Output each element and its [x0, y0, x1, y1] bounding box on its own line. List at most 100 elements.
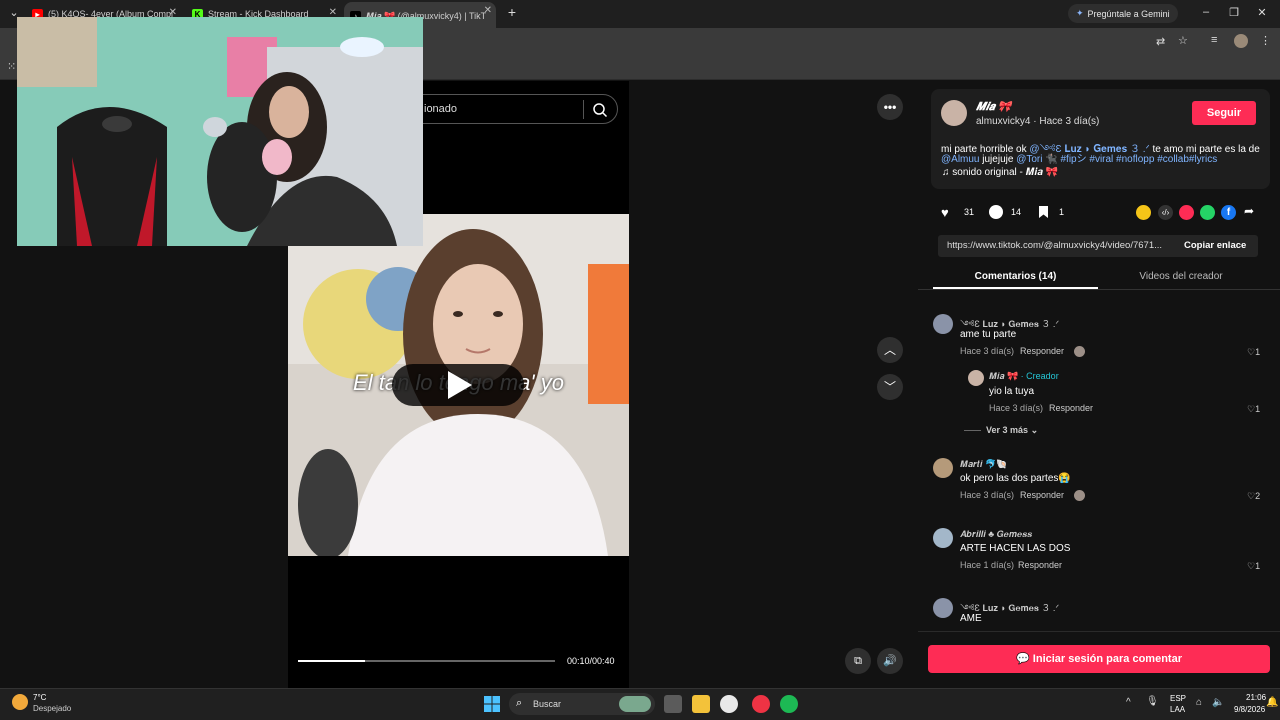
tray-chevron-icon[interactable]: ^: [1126, 697, 1131, 708]
bookmark-icon[interactable]: [1038, 205, 1049, 219]
comment-likes[interactable]: ♡2: [1247, 491, 1260, 502]
more-options-icon[interactable]: •••: [877, 94, 903, 120]
like-count: 31: [964, 207, 975, 217]
tab-creator-videos[interactable]: Videos del creador: [1098, 271, 1264, 282]
avatar[interactable]: [968, 370, 984, 386]
gemini-icon: ✦: [1076, 8, 1084, 18]
new-tab-button[interactable]: +: [502, 4, 522, 20]
repost-icon[interactable]: [1136, 205, 1151, 220]
tab-comments[interactable]: Comentarios (14): [933, 271, 1098, 282]
comment-text: yio la tuya: [989, 386, 1035, 397]
star-icon[interactable]: ☆: [1178, 34, 1188, 47]
floating-player-icon[interactable]: ⧉: [845, 648, 871, 674]
task-view-icon[interactable]: [664, 695, 682, 713]
maximize-button[interactable]: ❐: [1224, 6, 1244, 19]
reply-button[interactable]: Responder: [1018, 560, 1062, 570]
tabs-divider: [918, 289, 1280, 290]
search-icon[interactable]: [592, 102, 608, 118]
reply-user-row: 𝑴𝒊𝒂 🎀 · Creador: [989, 371, 1059, 382]
network-icon[interactable]: ⌂: [1196, 697, 1202, 708]
whatsapp-icon[interactable]: [1200, 205, 1215, 220]
profile-avatar[interactable]: [1234, 34, 1248, 48]
mention-link[interactable]: @Tori 🐈‍⬛: [1016, 154, 1058, 165]
see-more-label: Ver 3 más: [986, 425, 1029, 435]
search-icon: ⌕: [516, 697, 523, 709]
comment-time: Hace 3 día(s): [960, 346, 1015, 356]
close-icon[interactable]: ✕: [484, 5, 492, 16]
like-count: 1: [1255, 347, 1261, 357]
speaker-icon[interactable]: 🔈: [1212, 697, 1224, 708]
post-url[interactable]: https://www.tiktok.com/@almuxvicky4/vide…: [947, 240, 1162, 251]
menu-icon[interactable]: ⋮: [1260, 34, 1271, 47]
apps-icon[interactable]: ⁙: [7, 60, 16, 73]
like-icon[interactable]: ♥: [941, 205, 949, 220]
chevron-down-icon: ⌄: [1030, 425, 1039, 435]
avatar[interactable]: [933, 528, 953, 548]
author-name[interactable]: 𝑴𝒊𝒂 🎀: [976, 100, 1012, 114]
app-notification-icon[interactable]: [752, 695, 770, 713]
comment-user[interactable]: 𝑴𝒊𝒂 🎀: [989, 371, 1018, 381]
mention-link[interactable]: @Almuu: [941, 154, 980, 165]
avatar[interactable]: [933, 314, 953, 334]
app-icon[interactable]: [720, 695, 738, 713]
like-count: 1: [1255, 404, 1261, 414]
reading-list-icon[interactable]: ≡: [1211, 34, 1217, 46]
follow-button[interactable]: Seguir: [1192, 101, 1256, 125]
taskbar-search-label: Buscar: [533, 699, 562, 709]
author-avatar[interactable]: [941, 100, 967, 126]
file-explorer-icon[interactable]: [692, 695, 710, 713]
keyboard-layout[interactable]: LAA: [1170, 705, 1185, 714]
gemini-button[interactable]: ✦ Pregúntale a Gemini: [1068, 4, 1178, 23]
weather-icon[interactable]: [12, 694, 28, 710]
close-window-button[interactable]: ✕: [1252, 6, 1272, 19]
comment-likes[interactable]: ♡1: [1247, 561, 1260, 572]
facebook-icon[interactable]: f: [1221, 205, 1236, 220]
embed-icon[interactable]: ‹/›: [1158, 205, 1173, 220]
video-time: 00:10/00:40: [567, 656, 615, 666]
reply-button[interactable]: Responder: [1049, 403, 1093, 413]
minimize-button[interactable]: –: [1196, 6, 1216, 18]
desc-text: jujejuje: [979, 154, 1017, 165]
play-button[interactable]: [392, 364, 524, 406]
volume-icon[interactable]: 🔊: [877, 648, 903, 674]
reply-button[interactable]: Responder: [1020, 346, 1064, 356]
weather-temp[interactable]: 7°C: [33, 693, 46, 702]
sound-label: sonido original - 𝑴𝒊𝒂 🎀: [952, 167, 1059, 178]
author-handle[interactable]: almuxvicky4: [976, 116, 1030, 127]
avatar[interactable]: [933, 458, 953, 478]
see-more-replies[interactable]: Ver 3 más ⌄: [986, 425, 1038, 436]
comment-likes[interactable]: ♡1: [1247, 347, 1260, 358]
translate-icon[interactable]: ⇄: [1156, 35, 1165, 48]
spotify-icon[interactable]: [780, 695, 798, 713]
microphone-icon[interactable]: 🎙: [1146, 696, 1159, 707]
avatar[interactable]: [933, 598, 953, 618]
comment-user[interactable]: 𝑴𝒂𝒓𝒕𝒊 🐬🐚: [960, 459, 1007, 470]
comment-time: Hace 1 día(s): [960, 560, 1015, 570]
creator-liked-avatar: [1074, 346, 1085, 357]
comment-likes[interactable]: ♡1: [1247, 404, 1260, 415]
hashtag-links[interactable]: #fipシ #viral #noflopp #collab#lyrics: [1058, 154, 1217, 165]
video-progress-fill: [298, 660, 365, 662]
like-count: 2: [1255, 491, 1261, 501]
clock-time[interactable]: 21:06: [1246, 693, 1266, 702]
send-icon[interactable]: [1179, 205, 1194, 220]
reply-button[interactable]: Responder: [1020, 490, 1064, 500]
start-icon[interactable]: [483, 695, 501, 713]
share-icon[interactable]: ➦: [1244, 204, 1254, 218]
sound-row[interactable]: ♫ sonido original - 𝑴𝒊𝒂 🎀: [942, 167, 1058, 178]
language-code[interactable]: ESP: [1170, 694, 1186, 703]
comment-icon[interactable]: [989, 205, 1003, 219]
post-time: Hace 3 día(s): [1039, 116, 1100, 127]
previous-video-icon[interactable]: ︿: [877, 337, 903, 363]
copy-link-button[interactable]: Copiar enlace: [1184, 240, 1246, 251]
login-to-comment-button[interactable]: 💬 Iniciar sesión para comentar: [928, 645, 1270, 673]
taskbar-search[interactable]: ⌕ Buscar: [509, 693, 655, 715]
search-input[interactable]: ionado: [405, 94, 618, 124]
clock-date[interactable]: 9/8/2026: [1234, 705, 1265, 714]
comment-text: AME: [960, 613, 982, 624]
notifications-icon[interactable]: 🔔: [1266, 697, 1278, 708]
comment-user[interactable]: 𝑨𝒃𝒓𝒊𝒍𝒍𝒊 ♣ 𝑮𝒆𝒎𝒆𝒔𝒔: [960, 529, 1032, 540]
next-video-icon[interactable]: ﹀: [877, 374, 903, 400]
author-meta: almuxvicky4 · Hace 3 día(s): [976, 116, 1099, 127]
play-icon: [448, 371, 472, 399]
